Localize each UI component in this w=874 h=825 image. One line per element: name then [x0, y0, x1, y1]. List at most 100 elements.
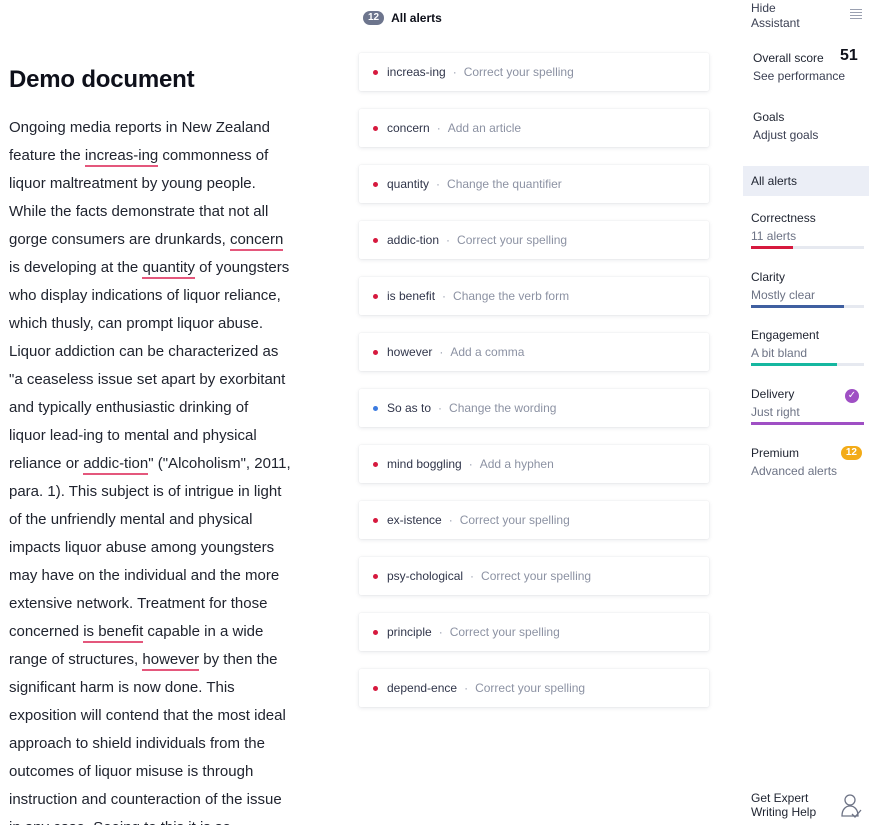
flagged-word[interactable]: addic-tion [83, 455, 149, 475]
flagged-word[interactable]: however [142, 651, 200, 671]
hide-label-line1: Hide [751, 1, 776, 15]
alerts-list-panel: 12 All alerts increas-ing · Correct your s… [340, 0, 740, 825]
alert-card[interactable]: ex-istence · Correct your spelling [359, 501, 709, 539]
alert-severity-dot [373, 517, 378, 523]
document-line: Liquor addiction can be characterized as [9, 338, 327, 366]
document-text: extensive network. Treatment for those [9, 595, 268, 612]
overall-score-label: Overall score [753, 51, 824, 65]
category-engagement[interactable]: Engagement A bit bland [751, 328, 864, 368]
alert-separator: · [438, 625, 443, 639]
all-alerts-tab[interactable]: All alerts [743, 166, 869, 196]
flagged-word[interactable]: increas-ing [84, 147, 159, 167]
alert-hint: Correct your spelling [475, 681, 586, 695]
category-progress-fill [751, 246, 793, 249]
alert-card[interactable]: So as to · Change the wording [359, 389, 709, 427]
category-progress-fill [751, 363, 837, 366]
alert-hint: Correct your spelling [459, 513, 570, 527]
document-body[interactable]: Ongoing media reports in New Zealand feat… [9, 114, 327, 825]
document-text: significant harm is now done. This [9, 679, 235, 696]
alert-hint: Change the wording [449, 401, 557, 415]
alert-card[interactable]: however · Add a comma [359, 333, 709, 371]
alert-word: mind boggling [387, 457, 462, 471]
premium-section[interactable]: Premium Advanced alerts 12 [751, 446, 864, 486]
document-line: liquor lead-ing to mental and physical [9, 422, 327, 450]
category-clarity[interactable]: Clarity Mostly clear [751, 270, 864, 310]
category-delivery[interactable]: Delivery Just right ✓ [751, 387, 864, 427]
alert-severity-dot [373, 125, 378, 131]
document-text: may have on the individual and the more [9, 567, 280, 584]
document-text: capable in a wide [143, 623, 264, 640]
collapse-panel-icon[interactable] [850, 9, 862, 21]
document-line: in any case. Seeing to this it is so [9, 814, 327, 825]
document-text: para. 1). This subject is of intrigue in… [9, 483, 282, 500]
category-progress-track [751, 422, 864, 425]
alert-card[interactable]: principle · Correct your spelling [359, 613, 709, 651]
document-line: significant harm is now done. This [9, 674, 327, 702]
alert-hint: Correct your spelling [457, 233, 568, 247]
document-line: range of structures, however by then the [9, 646, 327, 674]
alert-card[interactable]: psy-chological · Correct your spelling [359, 557, 709, 595]
premium-count-badge: 12 [840, 446, 862, 460]
flagged-word[interactable]: concern [229, 231, 284, 251]
expert-label-line2: Writing Help [751, 805, 817, 819]
alert-word: principle [387, 625, 432, 639]
alert-word: concern [387, 121, 430, 135]
document-line: reliance or addic-tion" ("Alcoholism", 2… [9, 450, 327, 478]
alert-word: addic-tion [387, 233, 440, 247]
alert-hint: Correct your spelling [481, 569, 592, 583]
expert-person-icon[interactable] [840, 793, 862, 819]
get-expert-help-button[interactable]: Get Expert Writing Help [751, 791, 816, 819]
document-text: of youngsters [194, 259, 290, 276]
category-status: Mostly clear [751, 288, 816, 302]
document-editor[interactable]: Demo document Ongoing media reports in N… [0, 0, 330, 825]
alert-card[interactable]: mind boggling · Add a hyphen [359, 445, 709, 483]
document-text: commonness of [158, 147, 269, 164]
alert-card[interactable]: addic-tion · Correct your spelling [359, 221, 709, 259]
document-text: While the facts demonstrate that not all [9, 203, 269, 220]
alert-severity-dot [373, 629, 378, 635]
alert-card[interactable]: depend-ence · Correct your spelling [359, 669, 709, 707]
assistant-sidebar: Hide Assistant Overall score 51 See perf… [743, 0, 874, 825]
category-name: Correctness [751, 211, 816, 225]
alert-card[interactable]: is benefit · Change the verb form [359, 277, 709, 315]
document-text: outcomes of liquor misuse is through [9, 763, 254, 780]
hide-label-line2: Assistant [751, 16, 800, 30]
alert-card[interactable]: concern · Add an article [359, 109, 709, 147]
adjust-goals-link[interactable]: Adjust goals [753, 128, 818, 142]
document-line: is developing at the quantity of youngst… [9, 254, 327, 282]
document-text: feature the [9, 147, 85, 164]
overall-score-value: 51 [840, 47, 858, 64]
alerts-count-badge: 12 [363, 11, 385, 25]
flagged-word[interactable]: is benefit [83, 623, 144, 643]
document-text: which thusly, can prompt liquor abuse. [9, 315, 264, 332]
alert-card[interactable]: quantity · Change the quantifier [359, 165, 709, 203]
hide-assistant-button[interactable]: Hide Assistant [751, 1, 800, 31]
alert-word: psy-chological [387, 569, 464, 583]
alert-separator: · [446, 233, 451, 247]
alert-word: quantity [387, 177, 430, 191]
alert-severity-dot [373, 573, 378, 579]
category-correctness[interactable]: Correctness 11 alerts [751, 211, 864, 251]
document-text: instruction and counteraction of the iss… [9, 791, 282, 808]
document-line: instruction and counteraction of the iss… [9, 786, 327, 814]
alert-hint: Add a hyphen [479, 457, 554, 471]
category-status: Just right [751, 405, 800, 419]
document-line: feature the increas-ing commonness of [9, 142, 327, 170]
document-line: of the unfriendly mental and physical [9, 506, 327, 534]
alert-separator: · [439, 345, 444, 359]
see-performance-link[interactable]: See performance [753, 69, 845, 83]
alert-separator: · [448, 513, 453, 527]
document-line: approach to shield individuals from the [9, 730, 327, 758]
alert-word: So as to [387, 401, 432, 415]
alert-severity-dot [373, 69, 378, 75]
category-status: A bit bland [751, 346, 808, 360]
flagged-word[interactable]: quantity [142, 259, 195, 279]
document-text: who display indications of liquor relian… [9, 287, 281, 304]
alert-hint: Correct your spelling [463, 65, 574, 79]
alert-severity-dot [373, 685, 378, 691]
alert-card[interactable]: increas-ing · Correct your spelling [359, 53, 709, 91]
document-line: concerned is benefit capable in a wide [9, 618, 327, 646]
document-line: Ongoing media reports in New Zealand [9, 114, 327, 142]
alert-word: ex-istence [387, 513, 442, 527]
alert-separator: · [436, 121, 441, 135]
